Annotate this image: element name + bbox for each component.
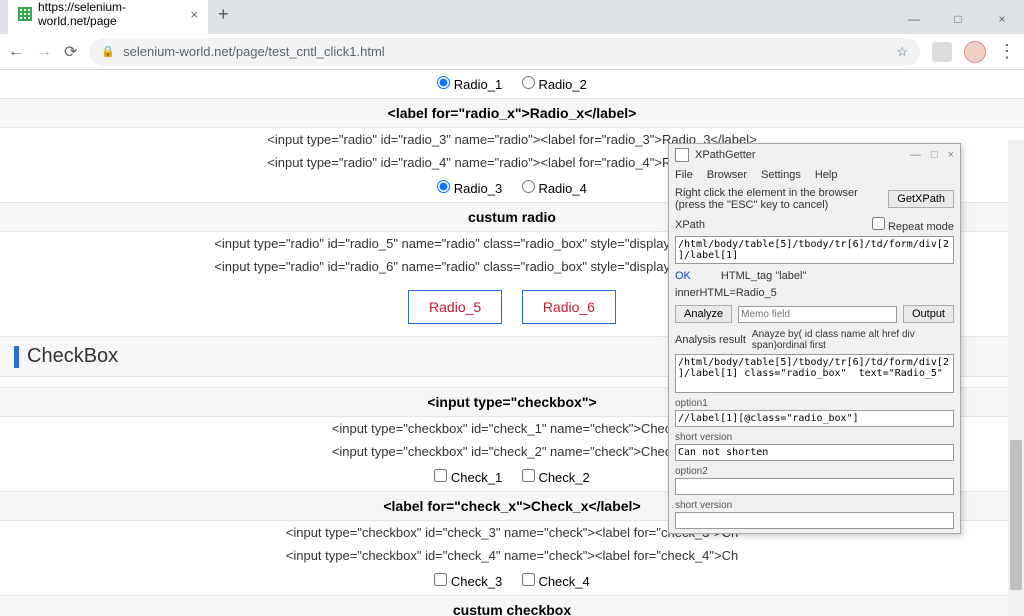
close-window-button[interactable]: × [980,4,1024,34]
section-label-radiox: <label for="radio_x">Radio_x</label> [0,98,1024,128]
analysis-result-label: Analysis result [675,334,746,346]
analyze-button[interactable]: Analyze [675,305,732,323]
check-2[interactable]: Check_2 [522,470,590,485]
tab-title: https://selenium-world.net/page [38,0,184,28]
xw-minimize-button[interactable]: — [910,149,921,161]
reload-button[interactable]: ⟳ [64,42,77,62]
check-1[interactable]: Check_1 [434,470,502,485]
xw-menu-settings[interactable]: Settings [761,169,801,181]
option1-textarea[interactable] [675,410,954,427]
url-text: selenium-world.net/page/test_cntl_click1… [123,44,385,59]
xw-menu-bar: File Browser Settings Help [669,166,960,184]
heading-bar-icon [14,346,19,368]
check-4[interactable]: Check_4 [522,574,590,589]
innerhtml-label: innerHTML=Radio_5 [675,287,777,299]
browser-tab-strip: https://selenium-world.net/page × + — □ … [0,0,1024,34]
memo-input[interactable] [738,306,897,323]
radio-row-1-2: Radio_1 Radio_2 [0,70,1024,98]
option2-label: option2 [669,465,960,478]
check-row-3-4: Check_3 Check_4 [0,567,1024,595]
section-custom-checkbox: custum checkbox [0,595,1024,616]
browser-menu-button[interactable]: ⋮ [998,41,1016,62]
new-tab-button[interactable]: + [208,4,239,25]
scrollbar[interactable] [1008,140,1024,616]
profile-icon[interactable] [964,41,986,63]
maximize-button[interactable]: □ [936,4,980,34]
xw-menu-file[interactable]: File [675,169,693,181]
output-button[interactable]: Output [903,305,954,323]
xw-maximize-button[interactable]: □ [931,149,938,161]
forward-button[interactable]: → [36,43,52,61]
browser-toolbar: ← → ⟳ 🔒 selenium-world.net/page/test_cnt… [0,34,1024,70]
radio-4[interactable]: Radio_4 [522,181,587,196]
xw-status-ok: OKHTML_tag "label" [669,268,960,284]
xw-menu-browser[interactable]: Browser [707,169,747,181]
lock-icon: 🔒 [101,45,115,58]
repeat-mode-checkbox[interactable]: Repeat mode [872,217,954,233]
short2-label: short version [669,499,960,512]
back-button[interactable]: ← [8,43,24,61]
analyze-hint: Anayze by( id class name alt href div sp… [752,329,954,351]
xw-titlebar[interactable]: XPathGetter — □ × [669,144,960,166]
favicon-icon [18,7,32,21]
window-controls: — □ × [892,4,1024,34]
bookmark-star-icon[interactable]: ☆ [896,44,908,60]
minimize-button[interactable]: — [892,4,936,34]
xpathgetter-window[interactable]: XPathGetter — □ × File Browser Settings … [668,143,961,534]
xw-title-text: XPathGetter [695,149,756,161]
radio-2[interactable]: Radio_2 [522,77,587,92]
short1-label: short version [669,431,960,444]
scrollbar-thumb[interactable] [1010,440,1022,590]
xw-close-button[interactable]: × [948,149,954,161]
radio-6-button[interactable]: Radio_6 [522,290,616,324]
url-bar[interactable]: 🔒 selenium-world.net/page/test_cntl_clic… [89,38,920,66]
xw-hint: Right click the element in the browser (… [675,187,882,211]
radio-1[interactable]: Radio_1 [437,77,502,92]
radio-3[interactable]: Radio_3 [437,181,502,196]
browser-tab[interactable]: https://selenium-world.net/page × [8,0,208,34]
app-icon [675,148,689,162]
xpath-label: XPath [675,219,705,231]
radio-5-button[interactable]: Radio_5 [408,290,502,324]
option2-textarea[interactable] [675,478,954,495]
check-3[interactable]: Check_3 [434,574,502,589]
analysis-result-textarea[interactable] [675,354,954,393]
xw-menu-help[interactable]: Help [815,169,838,181]
code-check-4: <input type="checkbox" id="check_4" name… [0,544,1024,567]
short2-textarea[interactable] [675,512,954,529]
xpath-textarea[interactable] [675,236,954,264]
short1-textarea[interactable] [675,444,954,461]
option1-label: option1 [669,397,960,410]
getxpath-button[interactable]: GetXPath [888,190,954,208]
close-tab-icon[interactable]: × [190,7,198,22]
extension-icon[interactable] [932,42,952,62]
